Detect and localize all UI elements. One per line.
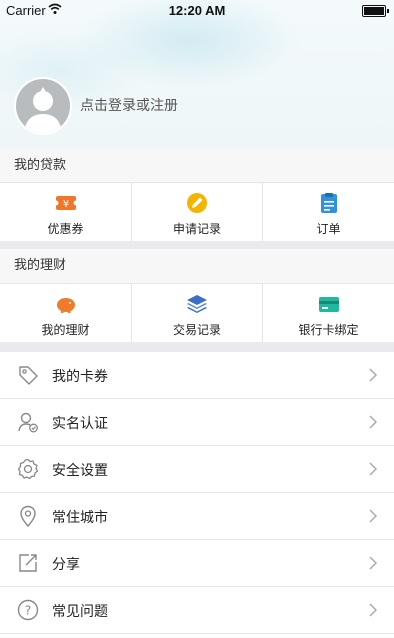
status-time: 12:20 AM (168, 3, 226, 18)
transaction-record-label: 交易记录 (172, 323, 221, 337)
svg-text:?: ? (25, 604, 31, 618)
list-item-share[interactable]: 分享 (0, 540, 394, 587)
gear-icon (17, 458, 39, 480)
application-record-button[interactable]: 申请记录 (131, 183, 262, 241)
list-item-my-cards[interactable]: 我的卡券 (0, 352, 394, 399)
tag-icon (19, 366, 38, 385)
login-prompt[interactable]: 点击登录或注册 (80, 95, 178, 115)
profile-header: Carrier 12:20 AM 点击登录或注册 (0, 0, 394, 149)
list-item-label: 分享 (52, 557, 80, 573)
coupon-button[interactable]: ¥ 优惠券 (0, 183, 131, 241)
clipboard-icon (320, 193, 337, 213)
list-item-label: 常住城市 (52, 510, 108, 526)
status-bar: Carrier 12:20 AM (0, 0, 394, 20)
coupon-label: 优惠券 (47, 222, 84, 236)
bank-card-icon (318, 297, 339, 312)
list-item-label: 常见问题 (52, 604, 108, 620)
settings-list: 我的卡券 实名认证 安全设置 常住城市 分享 ? 常见问题 (0, 352, 394, 634)
chevron-right-icon (369, 415, 377, 429)
application-record-label: 申请记录 (172, 222, 221, 236)
list-item-label: 安全设置 (52, 463, 108, 479)
avatar[interactable] (14, 77, 72, 135)
chevron-right-icon (369, 509, 377, 523)
verified-user-icon (18, 412, 38, 433)
battery-icon (362, 5, 389, 17)
finance-grid: 我的理财 交易记录 银行卡绑定 (0, 283, 394, 342)
user-avatar-icon (24, 87, 62, 133)
section-divider (0, 241, 394, 249)
loans-grid: ¥ 优惠券 申请记录 订单 (0, 182, 394, 241)
piggy-bank-icon (56, 298, 75, 313)
order-button[interactable]: 订单 (262, 183, 394, 241)
bank-card-binding-button[interactable]: 银行卡绑定 (262, 284, 394, 342)
chevron-right-icon (369, 462, 377, 476)
my-finance-button[interactable]: 我的理财 (0, 284, 131, 342)
list-item-real-name[interactable]: 实名认证 (0, 399, 394, 446)
coupon-icon: ¥ (54, 196, 77, 210)
order-label: 订单 (316, 222, 341, 236)
list-item-city[interactable]: 常住城市 (0, 493, 394, 540)
list-item-faq[interactable]: ? 常见问题 (0, 587, 394, 634)
chevron-right-icon (369, 368, 377, 382)
my-finance-label: 我的理财 (41, 323, 90, 337)
list-item-label: 实名认证 (52, 416, 108, 432)
loans-section-title: 我的贷款 (0, 149, 394, 182)
chevron-right-icon (369, 603, 377, 617)
transaction-record-button[interactable]: 交易记录 (131, 284, 262, 342)
help-icon: ? (17, 599, 39, 621)
layers-icon (187, 295, 207, 313)
pen-icon (187, 193, 207, 213)
share-icon (19, 554, 37, 572)
chevron-right-icon (369, 556, 377, 570)
svg-text:¥: ¥ (62, 199, 68, 210)
list-item-label: 我的卡券 (52, 369, 108, 385)
location-pin-icon (20, 505, 36, 527)
list-item-security[interactable]: 安全设置 (0, 446, 394, 493)
finance-section-title: 我的理财 (0, 249, 394, 283)
bank-card-binding-label: 银行卡绑定 (298, 323, 359, 337)
section-divider (0, 342, 394, 352)
